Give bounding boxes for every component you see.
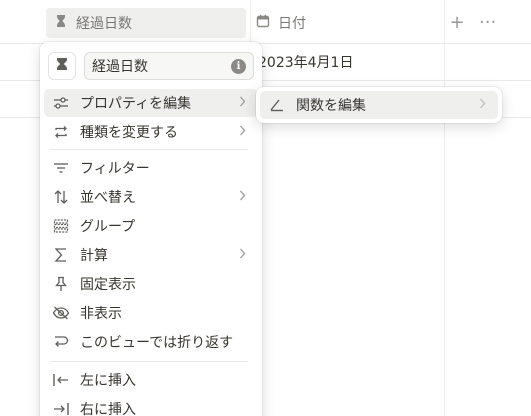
filter-icon bbox=[52, 159, 70, 177]
calendar-icon bbox=[256, 14, 270, 32]
info-icon[interactable]: i bbox=[231, 59, 246, 74]
menu-item-insert-left[interactable]: 左に挿入 bbox=[44, 366, 258, 394]
menu-item-label: フィルター bbox=[80, 161, 150, 177]
menu-divider bbox=[50, 361, 248, 362]
menu-item-label: 並べ替え bbox=[80, 190, 136, 206]
database-view: 経過日数 日付 + ··· 2023年4月1日 経過日数 i プロパティを編集 … bbox=[0, 0, 531, 416]
sigma-icon bbox=[52, 246, 70, 264]
column-header-elapsed-days[interactable]: 経過日数 bbox=[46, 8, 246, 38]
convert-icon bbox=[52, 123, 70, 141]
chevron-right-icon bbox=[239, 248, 246, 262]
header-actions: + ··· bbox=[449, 14, 496, 32]
insert-left-icon bbox=[52, 371, 70, 389]
menu-item-edit-property[interactable]: プロパティを編集 bbox=[44, 89, 258, 117]
menu-item-sort[interactable]: 並べ替え bbox=[44, 183, 258, 211]
hourglass-icon bbox=[54, 14, 68, 32]
sliders-icon bbox=[52, 94, 70, 112]
chevron-right-icon bbox=[239, 96, 246, 110]
pin-icon bbox=[52, 275, 70, 293]
menu-item-label: 固定表示 bbox=[80, 277, 136, 293]
edit-property-submenu: 関数を編集 bbox=[256, 87, 502, 123]
menu-item-change-type[interactable]: 種類を変更する bbox=[44, 118, 258, 146]
menu-item-pin[interactable]: 固定表示 bbox=[44, 270, 258, 298]
menu-item-label: 非表示 bbox=[80, 306, 122, 322]
property-name-value: 経過日数 bbox=[92, 59, 148, 75]
chevron-right-icon bbox=[479, 98, 486, 112]
insert-right-icon bbox=[52, 400, 70, 416]
sort-icon bbox=[52, 188, 70, 206]
table-header: 経過日数 日付 + ··· bbox=[0, 0, 531, 44]
column-label: 経過日数 bbox=[76, 16, 132, 32]
submenu-item-edit-formula[interactable]: 関数を編集 bbox=[260, 91, 498, 119]
menu-item-hide[interactable]: 非表示 bbox=[44, 299, 258, 327]
menu-divider bbox=[50, 149, 248, 150]
menu-item-calculate[interactable]: 計算 bbox=[44, 241, 258, 269]
eye-off-icon bbox=[52, 304, 70, 322]
menu-item-label: このビューでは折り返す bbox=[80, 335, 234, 351]
property-name-row: 経過日数 i bbox=[48, 52, 254, 80]
property-name-input[interactable]: 経過日数 i bbox=[84, 52, 254, 80]
more-options-button[interactable]: ··· bbox=[479, 14, 496, 32]
menu-item-label: 種類を変更する bbox=[80, 125, 178, 141]
property-type-button[interactable] bbox=[48, 52, 76, 80]
property-context-menu: 経過日数 i プロパティを編集 種類を変更する フィルター 並べ替え グループ … bbox=[40, 42, 262, 416]
chevron-right-icon bbox=[239, 125, 246, 139]
group-icon bbox=[52, 217, 70, 235]
menu-item-insert-right[interactable]: 右に挿入 bbox=[44, 395, 258, 416]
menu-item-label: 左に挿入 bbox=[80, 373, 136, 389]
hourglass-icon bbox=[56, 57, 68, 75]
wrap-icon bbox=[52, 333, 70, 351]
chevron-right-icon bbox=[239, 190, 246, 204]
menu-item-label: グループ bbox=[80, 219, 136, 235]
date-cell[interactable]: 2023年4月1日 bbox=[258, 52, 353, 72]
column-header-date[interactable]: 日付 bbox=[254, 8, 444, 38]
menu-item-wrap[interactable]: このビューでは折り返す bbox=[44, 328, 258, 356]
column-label: 日付 bbox=[278, 16, 306, 32]
menu-item-filter[interactable]: フィルター bbox=[44, 154, 258, 182]
menu-item-label: 右に挿入 bbox=[80, 402, 136, 416]
formula-icon bbox=[268, 96, 286, 114]
menu-item-label: 計算 bbox=[80, 248, 108, 264]
menu-item-group[interactable]: グループ bbox=[44, 212, 258, 240]
menu-item-label: 関数を編集 bbox=[296, 98, 366, 114]
menu-item-label: プロパティを編集 bbox=[80, 96, 192, 112]
add-column-button[interactable]: + bbox=[449, 14, 465, 32]
